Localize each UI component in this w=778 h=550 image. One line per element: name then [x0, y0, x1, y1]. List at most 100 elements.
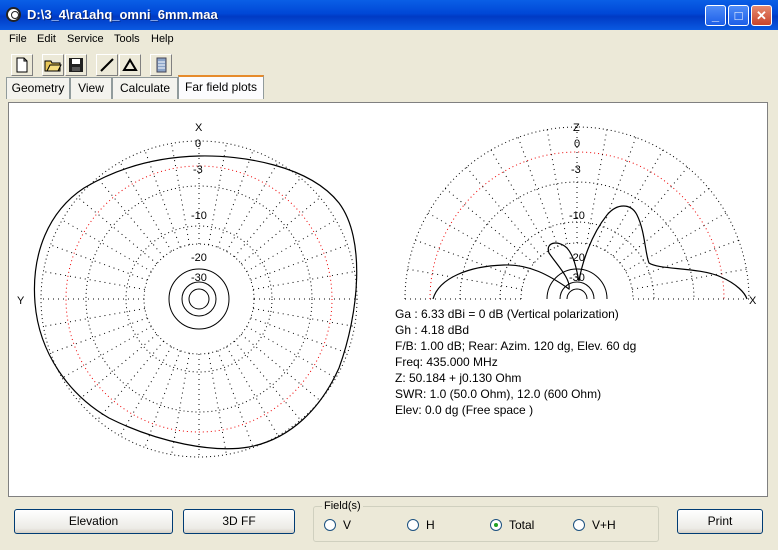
- print-button[interactable]: Print: [677, 509, 763, 534]
- grid-spoke: [77, 197, 158, 265]
- grid-spoke: [246, 219, 337, 272]
- grid-spoke: [77, 333, 158, 401]
- draw-line-button[interactable]: [96, 54, 118, 76]
- grid-spoke: [144, 150, 181, 248]
- info-elev: Elev: 0.0 dg (Free space ): [395, 403, 534, 417]
- grid-spoke: [43, 271, 145, 290]
- tab-far-field-plots[interactable]: Far field plots: [178, 75, 264, 99]
- reference-circle: [65, 165, 333, 433]
- grid-spoke: [444, 188, 535, 264]
- grid-spoke: [217, 150, 254, 248]
- azimuth-pattern-curve: [33, 155, 358, 450]
- bottom-panel: Elevation 3D FF Field(s) V H Total V+H P…: [0, 500, 778, 550]
- elevation-plot: Z X 0 -3 -10 -20 -30: [404, 122, 757, 307]
- elevation-ring-20: -20: [569, 252, 585, 264]
- grid-spoke: [240, 333, 321, 401]
- grid-spoke: [625, 212, 727, 272]
- grid-spoke: [240, 197, 321, 265]
- azimuth-axis-left-label: Y: [17, 295, 25, 307]
- grid-spoke: [50, 317, 148, 354]
- info-ga: Ga : 6.33 dBi = 0 dB (Vertical polarizat…: [395, 307, 619, 321]
- radio-h[interactable]: H: [407, 518, 435, 532]
- maximize-button[interactable]: □: [728, 5, 749, 26]
- draw-line-icon: [100, 58, 114, 72]
- info-fb: F/B: 1.00 dB; Rear: Azim. 120 dg, Elev. …: [395, 339, 637, 353]
- new-file-button[interactable]: [11, 54, 33, 76]
- new-file-icon: [16, 57, 28, 73]
- azimuth-plot: X Y 0 -3 -10 -20 -30: [17, 122, 358, 458]
- grid-spoke: [253, 308, 355, 327]
- close-button[interactable]: ✕: [751, 5, 772, 26]
- elevation-button[interactable]: Elevation: [14, 509, 173, 534]
- azimuth-axis-top-label: X: [195, 122, 203, 134]
- save-button[interactable]: [65, 54, 87, 76]
- triangle-button[interactable]: [119, 54, 141, 76]
- radio-h-indicator[interactable]: [407, 519, 419, 531]
- title-bar: D:\3_4\ra1ahq_omni_6mm.maa _ □ ✕: [0, 0, 778, 30]
- radio-total[interactable]: Total: [490, 518, 534, 532]
- 3d-ff-button[interactable]: 3D FF: [183, 509, 295, 534]
- menu-service[interactable]: Service: [67, 33, 104, 45]
- radio-vh-indicator[interactable]: [573, 519, 585, 531]
- database-icon: [156, 57, 167, 73]
- grid-spoke: [119, 346, 172, 437]
- tab-geometry[interactable]: Geometry: [6, 77, 70, 99]
- open-folder-icon: [44, 60, 62, 72]
- menu-help[interactable]: Help: [151, 33, 174, 45]
- open-folder-button[interactable]: [42, 54, 64, 76]
- window-title: D:\3_4\ra1ahq_omni_6mm.maa: [27, 7, 218, 22]
- info-swr: SWR: 1.0 (50.0 Ohm), 12.0 (600 Ohm): [395, 387, 602, 401]
- radio-h-label: H: [426, 518, 435, 532]
- save-disk-icon: [69, 58, 83, 72]
- azimuth-ring-20: -20: [191, 252, 207, 264]
- database-button[interactable]: [150, 54, 172, 76]
- grid-spoke: [253, 271, 355, 290]
- grid-spoke: [250, 244, 348, 281]
- grid-spoke: [619, 188, 710, 264]
- info-impedance: Z: 50.184 + j0.130 Ohm: [395, 371, 522, 385]
- radio-v-indicator[interactable]: [324, 519, 336, 531]
- menu-tools[interactable]: Tools: [114, 33, 140, 45]
- grid-spoke: [208, 353, 227, 455]
- menu-bar: File Edit Service Tools Help: [0, 30, 778, 50]
- menu-file[interactable]: File: [9, 33, 27, 45]
- grid-spoke: [466, 166, 542, 257]
- tab-calculate[interactable]: Calculate: [112, 77, 178, 99]
- grid-spoke: [246, 326, 337, 379]
- grid-spoke: [612, 166, 688, 257]
- radio-vh-label: V+H: [592, 518, 616, 532]
- grid-spoke: [97, 177, 165, 258]
- grid-spoke: [217, 350, 254, 448]
- grid-spoke: [517, 137, 559, 247]
- grid-spoke: [50, 244, 148, 281]
- radio-total-indicator[interactable]: [490, 519, 502, 531]
- tab-view[interactable]: View: [70, 77, 112, 99]
- azimuth-ring-0: 0: [195, 138, 201, 150]
- grid-spoke: [233, 340, 301, 421]
- grid-spoke: [546, 129, 568, 244]
- azimuth-ring-3: -3: [193, 164, 203, 176]
- info-freq: Freq: 435.000 MHz: [395, 355, 498, 369]
- grid-spoke: [171, 353, 190, 455]
- elevation-axis-top-label: Z: [573, 122, 580, 134]
- elevation-axis-right-label: X: [749, 295, 757, 307]
- app-icon[interactable]: [6, 7, 21, 22]
- grid-spoke: [208, 143, 227, 245]
- grid-spoke: [595, 137, 637, 247]
- menu-edit[interactable]: Edit: [37, 33, 56, 45]
- grid-spoke: [415, 239, 525, 281]
- info-gh: Gh : 4.18 dBd: [395, 323, 470, 337]
- grid-spoke: [226, 346, 279, 437]
- grid-spoke: [97, 340, 165, 421]
- grid-spoke: [632, 268, 747, 290]
- grid-spoke: [61, 219, 152, 272]
- grid-spoke: [226, 161, 279, 252]
- fields-legend: Field(s): [322, 500, 363, 512]
- grid-spoke: [233, 177, 301, 258]
- minimize-button[interactable]: _: [705, 5, 726, 26]
- grid-spoke: [250, 317, 348, 354]
- radio-v[interactable]: V: [324, 518, 351, 532]
- grid-spoke: [144, 350, 181, 448]
- elevation-ring-10: -10: [569, 210, 585, 222]
- radio-vh[interactable]: V+H: [573, 518, 616, 532]
